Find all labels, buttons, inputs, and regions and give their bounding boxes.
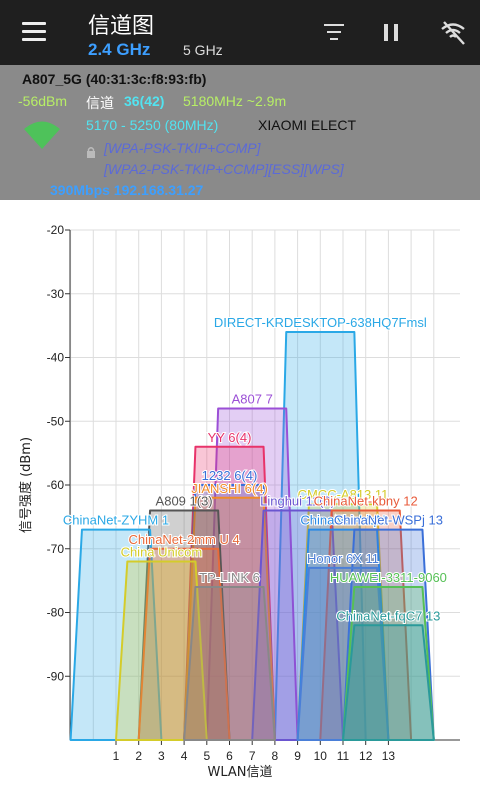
filter-icon[interactable]	[324, 24, 344, 42]
channel-value: 36(42)	[124, 93, 165, 109]
y-tick-label: -70	[47, 542, 65, 556]
y-axis-title: 信号强度 (dBm)	[18, 437, 34, 533]
network-trapezoid	[342, 624, 435, 741]
x-tick-label: 6	[226, 749, 233, 763]
y-tick-label: -80	[47, 606, 65, 620]
page-title: 信道图	[88, 13, 155, 38]
network-label: ChinaNet-kbny 12	[314, 494, 418, 509]
network-label: YY 6(4)	[208, 430, 252, 445]
y-tick-label: -50	[47, 414, 65, 428]
pause-icon[interactable]	[384, 24, 400, 42]
channel-label: 信道	[86, 95, 114, 111]
x-tick-label: 11	[337, 749, 350, 763]
security-capabilities-2: [WPA2-PSK-TKIP+CCMP][ESS][WPS]	[104, 161, 344, 177]
x-tick-label: 13	[382, 749, 396, 763]
ssid-bssid: A807_5G (40:31:3c:f8:93:fb)	[22, 71, 207, 87]
frequency-distance: 5180MHz ~2.9m	[183, 93, 287, 109]
network-label: DIRECT-KRDESKTOP-638HQ7Fmsl	[214, 315, 427, 330]
signal-strength: -56dBm	[18, 93, 68, 109]
x-tick-label: 3	[158, 749, 165, 763]
network-label: TP-LINK 6	[199, 570, 260, 585]
vendor-name: XIAOMI ELECT	[258, 117, 357, 133]
x-tick-label: 7	[249, 749, 256, 763]
y-tick-label: -40	[47, 351, 65, 365]
wifi-signal-icon	[24, 121, 60, 149]
security-capabilities-1: [WPA-PSK-TKIP+CCMP]	[104, 140, 261, 156]
y-tick-label: -30	[47, 287, 65, 301]
app-bar: 信道图 2.4 GHz 5 GHz	[0, 0, 480, 65]
link-speed-ip: 390Mbps 192.168.31.27	[50, 182, 204, 198]
menu-icon[interactable]	[22, 22, 46, 41]
network-label: ChinaNet-WSPj 13	[334, 513, 443, 528]
network-label: A807 7	[232, 392, 273, 407]
network-label: HUAWEI-3311-9060	[330, 570, 447, 585]
y-tick-label: -90	[47, 669, 65, 683]
x-tick-label: 4	[181, 749, 188, 763]
x-tick-label: 1	[113, 749, 120, 763]
network-label: ChinaNet-ZYHM 1	[63, 513, 169, 528]
y-tick-label: -20	[47, 223, 65, 237]
wifi-off-icon[interactable]	[440, 20, 466, 46]
lock-icon	[87, 147, 95, 158]
x-tick-label: 5	[203, 749, 210, 763]
x-tick-label: 12	[359, 749, 373, 763]
x-tick-label: 2	[135, 749, 142, 763]
network-label: A809 1(3)	[156, 494, 213, 509]
x-axis-title: WLAN信道	[207, 765, 272, 780]
network-label: Honor 6X 11	[307, 551, 379, 566]
x-tick-label: 8	[272, 749, 279, 763]
tab-2-4ghz[interactable]: 2.4 GHz	[88, 40, 150, 60]
network-label: ChinaNet-fqC7 13	[336, 608, 440, 623]
y-tick-label: -60	[47, 478, 65, 492]
tab-5ghz[interactable]: 5 GHz	[183, 42, 223, 58]
x-tick-label: 10	[314, 749, 328, 763]
channel-graph: -20-30-40-50-60-70-80-901 2 3 4 5 6 7 8 9 10 11 12 1…	[18, 223, 460, 780]
network-label: China Unicom	[121, 545, 203, 560]
frequency-range: 5170 - 5250 (80MHz)	[86, 117, 219, 133]
x-tick-label: 9	[294, 749, 301, 763]
network-trapezoid	[183, 586, 276, 741]
